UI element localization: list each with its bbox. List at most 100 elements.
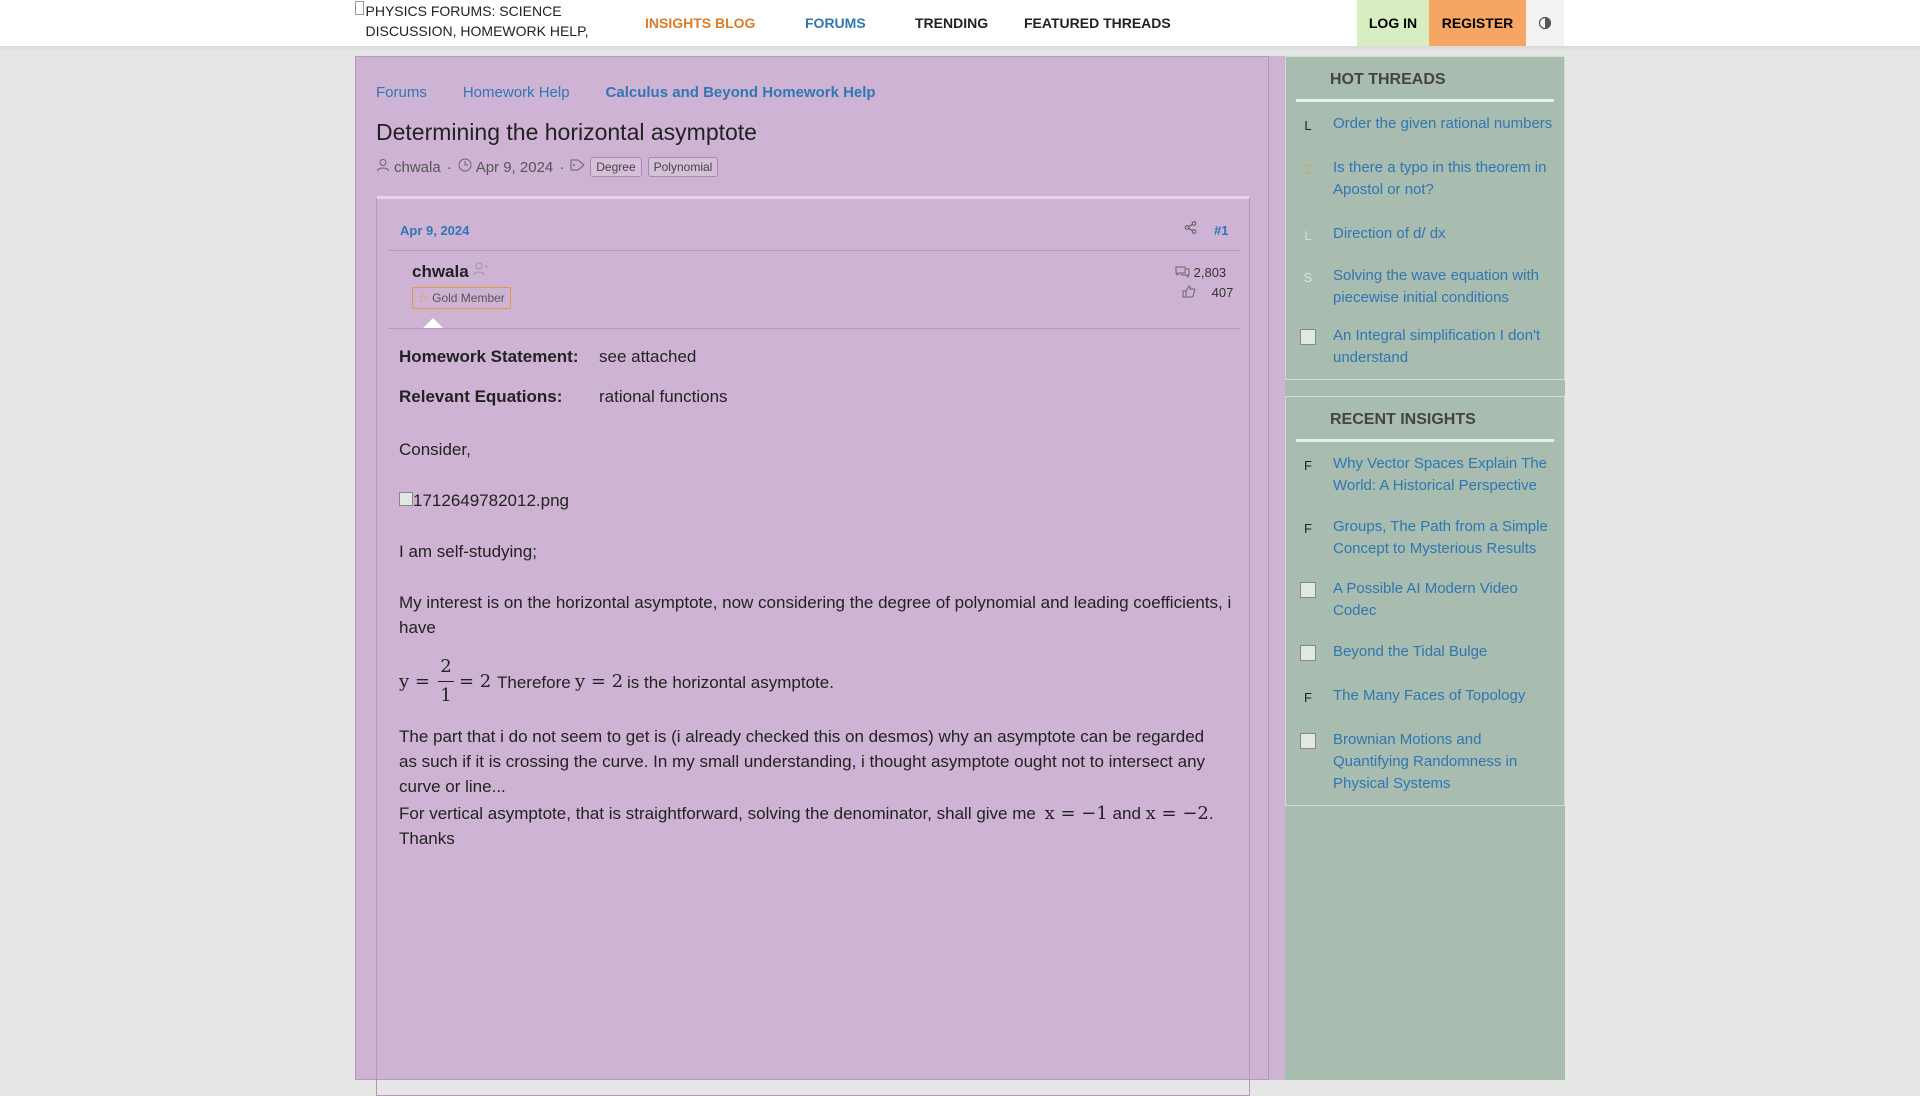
badge-label: Gold Member [432, 291, 505, 305]
eq-tail: is the horizontal asymptote. [627, 673, 834, 692]
user-badge: ☆ Gold Member [412, 287, 511, 309]
vertical-pre: For vertical asymptote, that is straight… [399, 804, 1036, 823]
avatar: S [1303, 269, 1313, 285]
site-logo[interactable]: PHYSICS FORUMS: SCIENCE DISCUSSION, HOME… [355, 1, 595, 41]
theme-toggle-button[interactable] [1526, 0, 1564, 46]
hot-thread-title[interactable]: Solving the wave equation with piecewise… [1333, 265, 1553, 309]
clock-icon [458, 158, 472, 176]
messages-icon [1175, 266, 1190, 279]
eq-y2: y = 2 [575, 671, 624, 692]
breadcrumb-calculus[interactable]: Calculus and Beyond Homework Help [606, 84, 876, 101]
thread-date[interactable]: Apr 9, 2024 [476, 159, 554, 176]
thumbs-up-icon [1182, 285, 1196, 298]
nav-trending[interactable]: TRENDING [915, 15, 988, 31]
hot-threads-title: HOT THREADS [1296, 69, 1554, 102]
broken-image-icon [1300, 329, 1316, 345]
avatar: F [1304, 457, 1312, 473]
top-navigation: PHYSICS FORUMS: SCIENCE DISCUSSION, HOME… [0, 0, 1920, 47]
equation-line: y = 2 1 = 2 Therefore y = 2 is the horiz… [399, 655, 1239, 709]
broken-image-icon [399, 492, 413, 506]
messages-stat: 2,803 [1175, 265, 1226, 280]
hot-thread-title[interactable]: Direction of d/ dx [1333, 223, 1553, 245]
nav-insights-blog[interactable]: INSIGHTS BLOG [645, 15, 755, 31]
sidebar-gap [1285, 380, 1565, 396]
paragraph-thanks: Thanks [399, 829, 455, 848]
sidebar-background [1285, 806, 1565, 1080]
avatar: Z [1304, 161, 1312, 177]
breadcrumb: Forums Homework Help Calculus and Beyond… [376, 84, 912, 101]
eq-fraction: 2 1 [438, 653, 454, 710]
avatar: F [1304, 689, 1312, 705]
vertical-x2: x = −2 [1145, 803, 1209, 824]
homework-statement-label: Homework Statement: [399, 347, 579, 366]
hot-thread-title[interactable]: An Integral simplification I don't under… [1333, 325, 1553, 369]
insight-title[interactable]: Brownian Motions and Quantifying Randomn… [1333, 729, 1553, 795]
post-number[interactable]: #1 [1214, 223, 1228, 238]
share-icon[interactable] [1184, 221, 1197, 237]
reactions-stat: 407 [1182, 285, 1233, 300]
insight-title[interactable]: A Possible AI Modern Video Codec [1333, 578, 1553, 622]
attached-image-alt: 1712649782012.png [413, 491, 569, 510]
tag-polynomial[interactable]: Polynomial [647, 157, 719, 177]
paragraph-crossing: The part that i do not seem to get is (i… [399, 727, 1206, 796]
broken-image-icon [1300, 645, 1316, 661]
relevant-equations-value: rational functions [599, 387, 728, 406]
eq-denominator: 1 [438, 681, 454, 710]
homework-statement-row: Homework Statement: see attached [399, 344, 696, 369]
avatar: L [1304, 117, 1312, 133]
eq-y: y = [399, 671, 430, 692]
register-button[interactable]: REGISTER [1429, 0, 1526, 46]
hot-thread-title[interactable]: Is there a typo in this theorem in Apost… [1333, 157, 1553, 201]
tag-degree[interactable]: Degree [590, 157, 642, 177]
paragraph-self-study: I am self-studying; [399, 542, 537, 561]
eq-equals-2: = 2 [459, 671, 492, 692]
star-icon: ☆ [418, 291, 429, 305]
hot-thread-title[interactable]: Order the given rational numbers [1333, 113, 1553, 135]
hot-threads-widget: HOT THREADS L Order the given rational n… [1285, 56, 1565, 380]
broken-image-icon [1300, 733, 1316, 749]
recent-insights-title-text: RECENT INSIGHTS [1330, 411, 1476, 428]
avatar [1296, 641, 1320, 665]
user-icon [376, 158, 390, 176]
thread-author[interactable]: chwala [394, 159, 441, 176]
post-header: Apr 9, 2024 #1 [388, 199, 1240, 251]
insight-title[interactable]: Why Vector Spaces Explain The World: A H… [1333, 453, 1553, 497]
post: Apr 9, 2024 #1 chwala ☆ Gold Member 2,80… [376, 196, 1250, 1096]
hot-threads-title-text: HOT THREADS [1330, 71, 1446, 88]
eq-therefore: Therefore [497, 673, 571, 692]
recent-insights-widget: RECENT INSIGHTS F Why Vector Spaces Expl… [1285, 396, 1565, 806]
vertical-end: . [1208, 804, 1214, 823]
post-date[interactable]: Apr 9, 2024 [400, 223, 469, 238]
recent-insights-title: RECENT INSIGHTS [1296, 409, 1554, 442]
nav-featured-threads[interactable]: FEATURED THREADS [1024, 15, 1171, 31]
reactions-count: 407 [1211, 285, 1234, 300]
paragraph-vertical: For vertical asymptote, that is straight… [399, 801, 1239, 826]
main-right-gutter [1269, 56, 1286, 1080]
messages-count: 2,803 [1193, 265, 1227, 280]
attached-image[interactable]: 1712649782012.png [399, 488, 569, 513]
nav-forums[interactable]: FORUMS [805, 15, 866, 31]
avatar [1296, 325, 1320, 349]
avatar [1296, 729, 1320, 753]
user-block-arrow [423, 318, 443, 328]
avatar: L [1304, 227, 1312, 243]
relevant-equations-row: Relevant Equations: rational functions [399, 384, 728, 409]
vertical-x1: x = −1 [1044, 803, 1108, 824]
broken-image-icon [1300, 582, 1316, 598]
homework-statement-value: see attached [599, 347, 697, 366]
thread-meta: chwala · Apr 9, 2024 · Degree Polynomial [376, 157, 724, 177]
user-status-icon [473, 262, 489, 279]
vertical-and: and [1112, 804, 1141, 823]
insight-title[interactable]: The Many Faces of Topology [1333, 685, 1553, 707]
login-button[interactable]: LOG IN [1357, 0, 1429, 46]
paragraph-consider: Consider, [399, 440, 471, 459]
eq-numerator: 2 [440, 656, 452, 677]
breadcrumb-homework-help[interactable]: Homework Help [463, 84, 570, 101]
insight-title[interactable]: Groups, The Path from a Simple Concept t… [1333, 516, 1553, 560]
post-username[interactable]: chwala [412, 262, 469, 282]
insight-title[interactable]: Beyond the Tidal Bulge [1333, 641, 1553, 663]
breadcrumb-forums[interactable]: Forums [376, 84, 427, 101]
post-user-block: chwala ☆ Gold Member 2,803 407 [388, 251, 1240, 329]
avatar [1296, 578, 1320, 602]
logo-alt-text: PHYSICS FORUMS: SCIENCE DISCUSSION, HOME… [365, 3, 589, 39]
